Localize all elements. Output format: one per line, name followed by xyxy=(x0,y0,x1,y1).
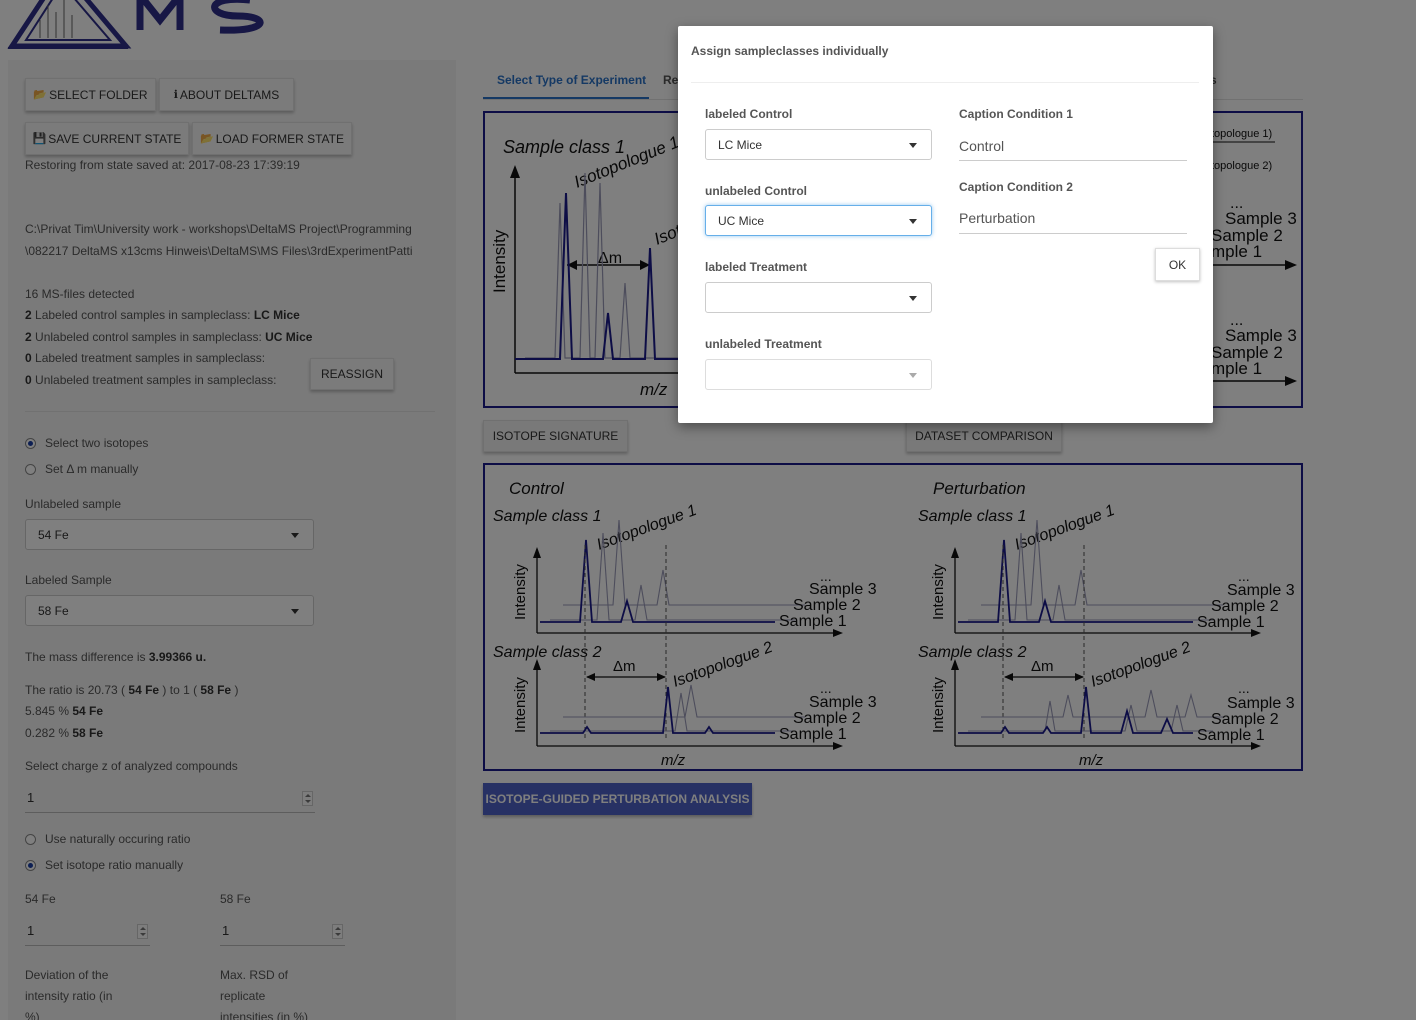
labeled-treatment-select[interactable] xyxy=(705,282,932,313)
labeled-control-select[interactable]: LC Mice xyxy=(705,129,932,160)
caption-condition-1-value: Control xyxy=(959,138,1005,154)
chevron-down-icon xyxy=(909,218,917,224)
unlabeled-control-value: UC Mice xyxy=(718,213,765,228)
ok-label: OK xyxy=(1168,257,1187,272)
labeled-control-label: labeled Control xyxy=(705,107,793,121)
caption-condition-2-label: Caption Condition 2 xyxy=(959,180,1073,194)
caption-condition-2-value: Perturbation xyxy=(959,210,1036,226)
assign-sampleclasses-dialog: Assign sampleclasses individually labele… xyxy=(678,26,1213,423)
unlabeled-control-select[interactable]: UC Mice xyxy=(705,205,932,236)
unlabeled-treatment-label: unlabeled Treatment xyxy=(705,337,822,351)
labeled-control-value: LC Mice xyxy=(718,137,763,152)
chevron-down-icon xyxy=(909,372,917,378)
unlabeled-control-label: unlabeled Control xyxy=(705,184,807,198)
chevron-down-icon xyxy=(909,295,917,301)
caption-condition-2-input[interactable]: Perturbation xyxy=(959,204,1187,234)
dialog-title: Assign sampleclasses individually xyxy=(691,44,889,58)
ok-button[interactable]: OK xyxy=(1155,248,1200,281)
caption-condition-1-input[interactable]: Control xyxy=(959,132,1187,161)
chevron-down-icon xyxy=(909,142,917,148)
unlabeled-treatment-select[interactable] xyxy=(705,359,932,390)
dialog-header-divider xyxy=(691,82,1199,83)
caption-condition-1-label: Caption Condition 1 xyxy=(959,107,1073,121)
labeled-treatment-label: labeled Treatment xyxy=(705,260,808,274)
